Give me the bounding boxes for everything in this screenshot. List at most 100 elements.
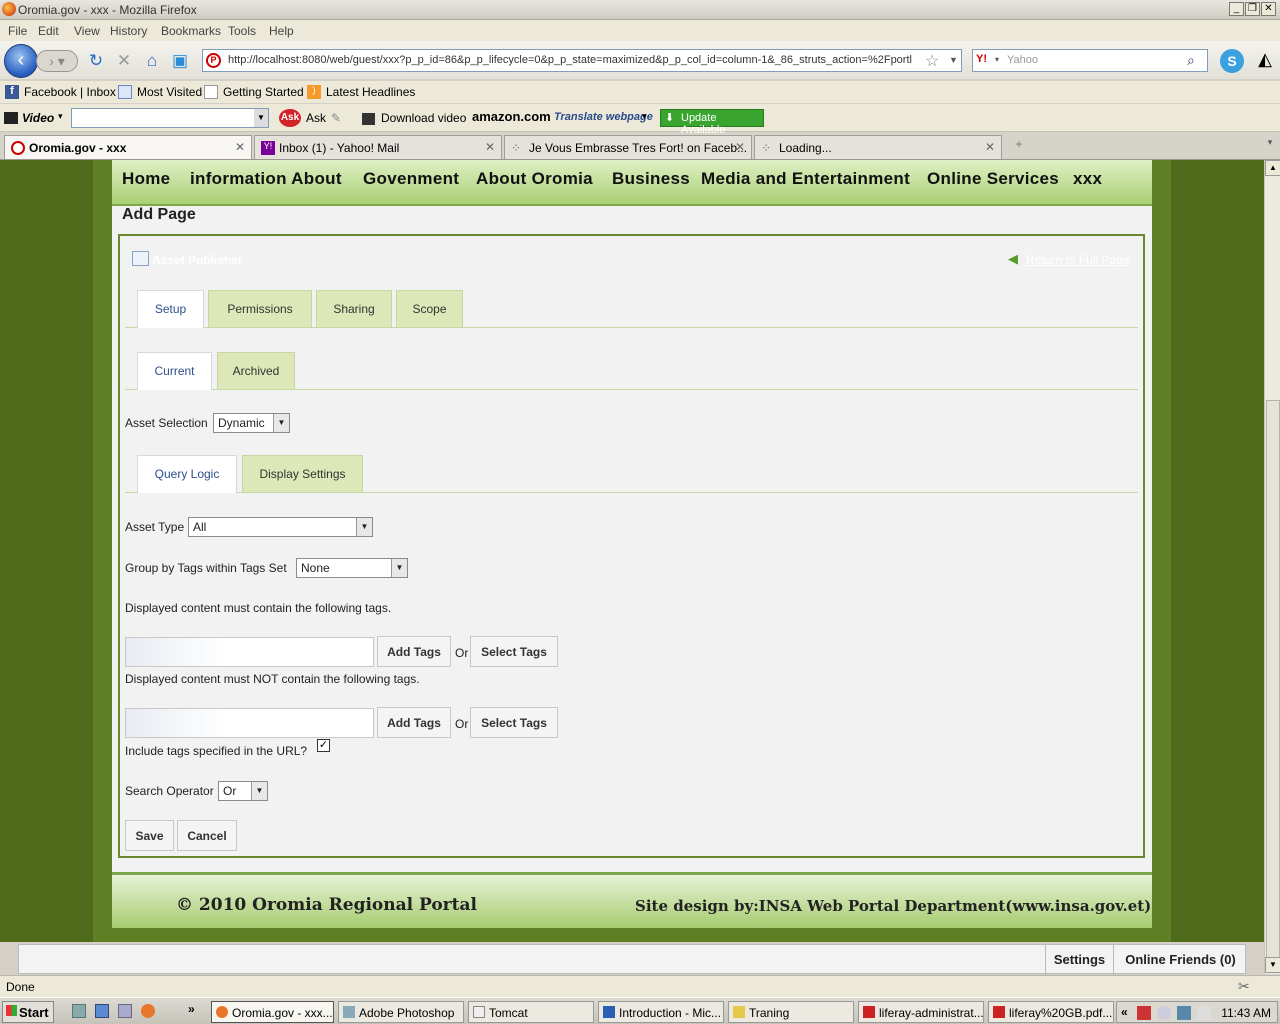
video-search-dropdown-icon[interactable]: ▼ <box>254 109 268 127</box>
start-button[interactable]: Start <box>2 1001 54 1023</box>
nav-business[interactable]: Business <box>612 169 690 189</box>
nav-online-services[interactable]: Online Services <box>927 169 1059 189</box>
tabs-icon[interactable]: ▣ <box>169 50 191 72</box>
nav-home[interactable]: Home <box>122 169 170 189</box>
download-video-button[interactable]: Download video <box>381 111 466 125</box>
pencil-icon[interactable]: ✎ <box>331 111 341 125</box>
engine-dropdown-icon[interactable]: ▾ <box>995 55 999 64</box>
new-tab-button[interactable]: + <box>1006 137 1032 157</box>
task-tomcat[interactable]: Tomcat <box>468 1001 594 1023</box>
search-input[interactable]: Yahoo <box>1007 54 1038 66</box>
nav-govenment[interactable]: Govenment <box>363 169 459 189</box>
bookmark-facebook-inbox[interactable]: Facebook | Inbox <box>24 85 116 99</box>
close-tab-icon[interactable]: ✕ <box>235 140 245 154</box>
task-liferay-gb-pdf[interactable]: liferay%20GB.pdf... <box>988 1001 1114 1023</box>
bookmark-star-icon[interactable]: ☆ <box>925 51 939 71</box>
group-by-tags-select[interactable]: None ▼ <box>296 558 408 578</box>
nav-information-about[interactable]: information About <box>190 169 342 189</box>
nav-media-entertainment[interactable]: Media and Entertainment <box>701 169 910 189</box>
tray-network-icon[interactable] <box>1177 1006 1191 1020</box>
minimize-button[interactable]: _ <box>1229 2 1244 16</box>
tab-loading[interactable]: ⁘ Loading... ✕ <box>754 135 1002 159</box>
tab-setup[interactable]: Setup <box>137 290 204 328</box>
cancel-button[interactable]: Cancel <box>177 820 237 851</box>
video-dropdown-icon[interactable]: ▾ <box>58 111 63 122</box>
menu-help[interactable]: Help <box>269 24 294 38</box>
menu-file[interactable]: File <box>8 24 27 38</box>
close-tab-icon[interactable]: ✕ <box>485 140 495 154</box>
asset-type-select[interactable]: All ▼ <box>188 517 373 537</box>
home-icon[interactable]: ⌂ <box>141 50 163 72</box>
menu-bookmarks[interactable]: Bookmarks <box>161 24 221 38</box>
search-icon[interactable]: ⌕ <box>1187 52 1195 69</box>
scroll-down-icon[interactable]: ▼ <box>1265 957 1280 973</box>
menu-view[interactable]: View <box>74 24 100 38</box>
amazon-button[interactable]: amazon.com <box>472 109 551 124</box>
tab-sharing[interactable]: Sharing <box>316 290 392 327</box>
scroll-thumb[interactable] <box>1266 400 1280 966</box>
close-tab-icon[interactable]: ✕ <box>735 140 745 154</box>
reload-icon[interactable]: ↻ <box>85 50 107 72</box>
tab-yahoo-mail[interactable]: Y! Inbox (1) - Yahoo! Mail ✕ <box>254 135 502 159</box>
close-button[interactable]: ✕ <box>1261 2 1276 16</box>
tab-display-settings[interactable]: Display Settings <box>242 455 363 492</box>
bookmark-most-visited[interactable]: Most Visited <box>137 85 202 99</box>
quicklaunch-app-icon[interactable] <box>118 1004 132 1018</box>
url-text[interactable]: http://localhost:8080/web/guest/xxx?p_p_… <box>228 54 918 66</box>
tab-query-logic[interactable]: Query Logic <box>137 455 237 493</box>
save-button[interactable]: Save <box>125 820 174 851</box>
search-bar[interactable]: Y! ▾ Yahoo ⌕ <box>972 49 1208 72</box>
video-label[interactable]: Video <box>22 111 54 125</box>
quicklaunch-explorer-icon[interactable] <box>72 1004 86 1018</box>
quicklaunch-firefox-icon[interactable] <box>141 1004 155 1018</box>
video-search-input[interactable]: ▼ <box>71 108 269 128</box>
menu-history[interactable]: History <box>110 24 147 38</box>
quicklaunch-desktop-icon[interactable] <box>95 1004 109 1018</box>
skype-icon[interactable]: S <box>1220 49 1244 73</box>
addon-icon[interactable]: ◭ <box>1254 49 1276 71</box>
quicklaunch-more-icon[interactable]: » <box>188 1002 195 1016</box>
add-tags-button[interactable]: Add Tags <box>377 636 451 667</box>
task-traning[interactable]: Traning <box>728 1001 854 1023</box>
asset-selection-select[interactable]: Dynamic ▼ <box>213 413 290 433</box>
nav-about-oromia[interactable]: About Oromia <box>476 169 593 189</box>
menu-tools[interactable]: Tools <box>228 24 256 38</box>
tray-app-icon[interactable] <box>1137 1006 1151 1020</box>
translate-dropdown-icon[interactable]: ▾ <box>642 111 647 122</box>
tab-current[interactable]: Current <box>137 352 212 390</box>
forward-button[interactable]: › ▾ <box>36 50 78 72</box>
tab-oromia[interactable]: Oromia.gov - xxx ✕ <box>4 135 252 159</box>
translate-button[interactable]: Translate webpage <box>554 111 653 123</box>
url-bar[interactable]: P http://localhost:8080/web/guest/xxx?p_… <box>202 49 962 72</box>
tab-scope[interactable]: Scope <box>396 290 463 327</box>
ask-button[interactable]: Ask <box>306 111 326 125</box>
back-button[interactable]: ‹ <box>4 44 38 78</box>
maximize-button[interactable]: ❐ <box>1245 2 1260 16</box>
stop-icon[interactable]: ✕ <box>113 50 135 72</box>
not-contain-tags-input[interactable] <box>125 708 374 738</box>
task-firefox[interactable]: Oromia.gov - xxx... <box>211 1001 334 1023</box>
tab-archived[interactable]: Archived <box>217 352 295 389</box>
task-photoshop[interactable]: Adobe Photoshop <box>338 1001 464 1023</box>
url-dropdown-icon[interactable]: ▼ <box>949 55 958 65</box>
add-tags-button-2[interactable]: Add Tags <box>377 707 451 738</box>
bookmark-latest-headlines[interactable]: Latest Headlines <box>326 85 415 99</box>
include-url-tags-checkbox[interactable]: ✓ <box>317 739 330 752</box>
menu-edit[interactable]: Edit <box>38 24 59 38</box>
vertical-scrollbar[interactable]: ▲ ▼ <box>1264 160 1280 974</box>
return-full-page-link[interactable]: Return to Full Page <box>1026 253 1129 267</box>
yahoo-engine-icon[interactable]: Y! <box>976 53 987 65</box>
tray-messenger-icon[interactable] <box>1157 1006 1171 1020</box>
tab-list-icon[interactable]: ▾ <box>1262 137 1278 157</box>
tab-facebook[interactable]: ⁘ Je Vous Embrasse Tres Fort! on Faceb..… <box>504 135 752 159</box>
tray-volume-icon[interactable] <box>1197 1006 1211 1020</box>
close-tab-icon[interactable]: ✕ <box>985 140 995 154</box>
select-tags-button-2[interactable]: Select Tags <box>470 707 558 738</box>
task-word[interactable]: Introduction - Mic... <box>598 1001 724 1023</box>
tray-expand-icon[interactable]: « <box>1121 1005 1128 1019</box>
tab-permissions[interactable]: Permissions <box>208 290 312 327</box>
bookmark-getting-started[interactable]: Getting Started <box>223 85 304 99</box>
dock-online-friends-button[interactable]: Online Friends (0) <box>1113 945 1247 975</box>
update-available-button[interactable]: ⬇ Update Available <box>660 109 764 136</box>
search-operator-select[interactable]: Or ▼ <box>218 781 268 801</box>
